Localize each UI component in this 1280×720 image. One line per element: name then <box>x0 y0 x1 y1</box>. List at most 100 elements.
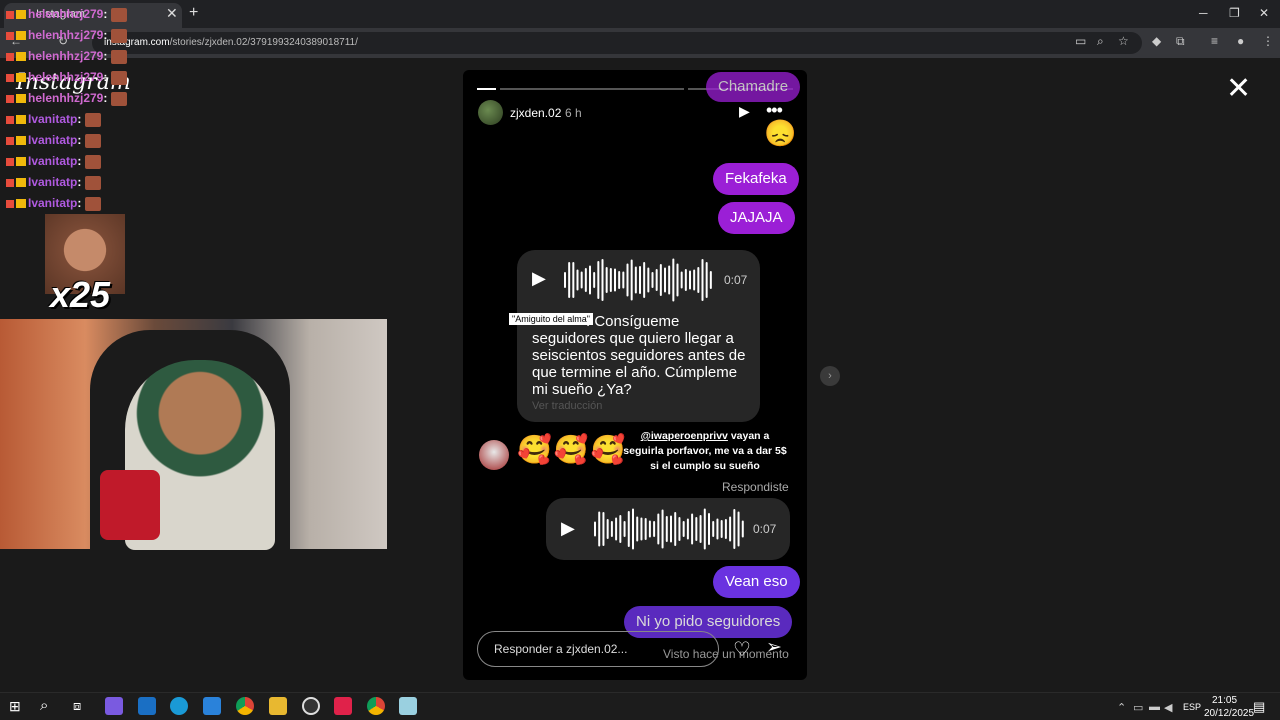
sub-badge-icon <box>6 178 14 187</box>
chrome-icon[interactable] <box>236 697 254 715</box>
sub-badge-icon <box>6 94 14 103</box>
voice-play-icon[interactable]: ▶ <box>532 268 546 289</box>
waveform-bar <box>705 262 708 298</box>
chat-username[interactable]: Ivanitatp <box>28 112 77 126</box>
waveform-bar <box>737 511 740 547</box>
network-icon[interactable]: ▭ <box>1133 701 1143 714</box>
story-username[interactable]: zjxden.02 <box>510 106 561 120</box>
waveform <box>594 508 744 550</box>
store-icon[interactable] <box>203 697 221 715</box>
reply-input[interactable] <box>477 631 719 667</box>
chrome-active-icon[interactable] <box>367 697 385 715</box>
chat-username[interactable]: helenhhzj279 <box>28 49 103 63</box>
waveform-bar <box>659 264 662 296</box>
chat-row: helenhhzj279: <box>6 46 128 67</box>
tab-close-icon[interactable]: ✕ <box>166 5 178 22</box>
crown-badge-icon <box>16 199 26 209</box>
next-story-icon[interactable]: › <box>820 366 840 386</box>
taskbar <box>0 692 1280 720</box>
waveform-bar <box>618 271 621 289</box>
waveform-bar <box>678 517 681 541</box>
chat-username[interactable]: Ivanitatp <box>28 154 77 168</box>
sub-badge-icon <box>6 10 14 19</box>
tray-chevron-icon[interactable]: ⌃ <box>1117 701 1126 714</box>
chat-emote <box>85 175 102 190</box>
waveform-bar <box>680 271 683 289</box>
waveform-bar <box>619 515 622 543</box>
chat-username[interactable]: helenhhzj279 <box>28 28 103 42</box>
task-view-icon[interactable]: ⧈ <box>73 698 81 714</box>
message-bubble: Chamadre <box>706 72 801 102</box>
heart-icon[interactable]: ♡ <box>733 637 751 662</box>
menu-icon[interactable]: ⋮ <box>1262 34 1274 48</box>
mention-link[interactable]: @iwaperoenprivv <box>641 430 728 442</box>
message-bubble: JAJAJA <box>718 202 795 234</box>
waveform-bar <box>623 521 626 537</box>
sender-avatar[interactable] <box>479 440 509 470</box>
sad-emoji: 😞 <box>764 118 797 148</box>
chat-username[interactable]: helenhhzj279 <box>28 7 103 21</box>
chat-username[interactable]: Ivanitatp <box>28 196 77 210</box>
chat-emote <box>111 70 128 85</box>
waveform-bar <box>686 518 689 540</box>
play-icon[interactable]: ▶ <box>739 103 750 120</box>
chat-username[interactable]: helenhhzj279 <box>28 70 103 84</box>
waveform-bar <box>699 515 702 543</box>
puzzle-icon[interactable]: ⧉ <box>1176 34 1185 49</box>
story-progress-bar <box>500 88 684 90</box>
waveform-bar <box>597 261 600 299</box>
story-avatar[interactable] <box>478 100 503 125</box>
emote-count: x25 <box>50 274 111 315</box>
chat-username[interactable]: Ivanitatp <box>28 133 77 147</box>
chat-username[interactable]: Ivanitatp <box>28 175 77 189</box>
close-story-icon[interactable]: ✕ <box>1226 74 1251 104</box>
chat-separator: : <box>103 91 108 105</box>
waveform-bar <box>668 265 671 295</box>
battery-icon[interactable]: ▬ <box>1149 701 1160 713</box>
clock-time[interactable]: 21:05 <box>1212 695 1237 706</box>
obs-icon[interactable] <box>302 697 320 715</box>
chat-row: helenhhzj279: <box>6 67 128 88</box>
waveform-bar <box>691 513 694 545</box>
waveform-bar <box>674 512 677 546</box>
replied-label: Respondiste <box>722 480 789 494</box>
extension-icon[interactable]: ◆ <box>1152 34 1161 48</box>
chat-row: helenhhzj279: <box>6 4 128 25</box>
story-time: 6 h <box>565 106 582 120</box>
windows-start-icon[interactable]: ⊞ <box>9 698 21 715</box>
chat-separator: : <box>77 154 82 168</box>
volume-icon[interactable]: ◀ <box>1164 701 1172 714</box>
search-icon[interactable]: ⌕ <box>40 697 48 714</box>
file-explorer-icon[interactable] <box>269 697 287 715</box>
reply-emojis: 🥰🥰🥰 <box>517 434 628 465</box>
outlook-icon[interactable] <box>138 697 156 715</box>
chat-username[interactable]: helenhhzj279 <box>28 91 103 105</box>
waveform-bar <box>636 516 639 542</box>
voice-play-icon[interactable]: ▶ <box>561 518 575 539</box>
minimize-icon[interactable]: ─ <box>1199 6 1208 20</box>
voice-translation-link[interactable]: Ver traducción <box>532 400 602 412</box>
zoom-icon[interactable]: ⌕ <box>1097 34 1104 49</box>
waveform-bar <box>724 519 727 539</box>
app-icon[interactable] <box>399 697 417 715</box>
clock-date[interactable]: 20/12/2025 <box>1204 708 1254 719</box>
notifications-icon[interactable]: ▤ <box>1253 699 1265 715</box>
chat-separator: : <box>77 175 82 189</box>
tiktok-icon[interactable] <box>334 697 352 715</box>
profile-icon[interactable]: ● <box>1237 34 1244 48</box>
edge-icon[interactable] <box>170 697 188 715</box>
language-indicator[interactable]: ESP <box>1183 702 1201 712</box>
bookmark-star-icon[interactable]: ☆ <box>1118 34 1129 48</box>
new-tab-icon[interactable]: + <box>189 4 198 22</box>
window-close-icon[interactable]: ✕ <box>1259 6 1269 20</box>
copilot-icon[interactable] <box>105 697 123 715</box>
restore-icon[interactable]: ❐ <box>1229 6 1240 20</box>
send-icon[interactable]: ➢ <box>766 636 782 659</box>
waveform-bar <box>741 520 744 538</box>
waveform-bar <box>709 271 712 289</box>
media-icon[interactable]: ≡ <box>1211 34 1218 48</box>
waveform-bar <box>609 268 612 292</box>
cast-icon[interactable]: ▭ <box>1075 34 1086 48</box>
waveform-bar <box>634 266 637 294</box>
chat-emote <box>111 7 128 22</box>
